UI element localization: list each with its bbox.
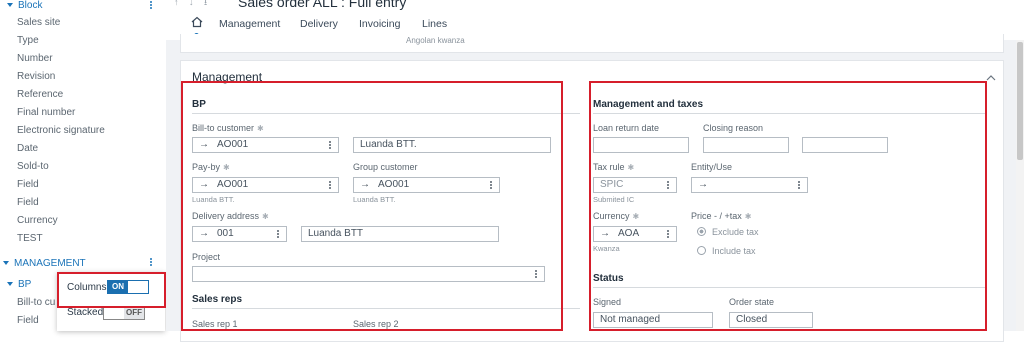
stacked-toggle[interactable]: OFF — [103, 306, 145, 320]
previous-card: Angolan kwanza — [180, 34, 1004, 53]
bp-section-header[interactable]: BP — [7, 279, 31, 290]
sidebar-block-item[interactable]: Sales site — [17, 17, 60, 28]
collapse-triangle-icon[interactable] — [7, 282, 13, 287]
currency-hint: Angolan kwanza — [406, 36, 465, 45]
home-icon[interactable] — [191, 16, 203, 31]
management-menu-icon[interactable] — [150, 257, 153, 267]
sidebar-block-item[interactable]: Currency — [17, 215, 58, 226]
tab-invoicing[interactable]: Invoicing — [359, 18, 400, 30]
tab-management[interactable]: Management — [219, 18, 280, 30]
sidebar-block-item[interactable]: Field — [17, 197, 39, 208]
sidebar-block-item[interactable]: Sold-to — [17, 161, 49, 172]
sidebar-item-field[interactable]: Field — [17, 315, 39, 326]
highlight-columns-toggle — [57, 272, 166, 308]
scrollbar-thumb[interactable] — [1017, 42, 1023, 160]
collapse-triangle-icon[interactable] — [7, 3, 13, 8]
management-section-header[interactable]: MANAGEMENT — [3, 258, 86, 269]
stacked-toggle-state: OFF — [124, 307, 144, 319]
sidebar-block-item[interactable]: Electronic signature — [17, 125, 105, 136]
sidebar-block-item[interactable]: Date — [17, 143, 38, 154]
sidebar-block-item[interactable]: TEST — [17, 233, 43, 244]
sidebar-item-bill-to[interactable]: Bill-to cu — [17, 297, 55, 308]
highlight-bp-column — [181, 81, 563, 331]
highlight-taxes-column — [589, 81, 987, 331]
sidebar-block-item[interactable]: Reference — [17, 89, 63, 100]
page-title: Sales order ALL : Full entry — [238, 0, 407, 10]
sidebar-block-item[interactable]: Type — [17, 35, 39, 46]
sidebar-block-item[interactable]: Revision — [17, 71, 55, 82]
stacked-label: Stacked — [67, 307, 104, 318]
collapse-triangle-icon[interactable] — [3, 261, 9, 266]
sidebar-block-item[interactable]: Field — [17, 179, 39, 190]
collapse-chevron-icon[interactable] — [986, 73, 996, 84]
tab-lines[interactable]: Lines — [422, 18, 447, 30]
block-menu-icon[interactable] — [150, 0, 153, 10]
tab-delivery[interactable]: Delivery — [300, 18, 338, 30]
sidebar-block-item[interactable]: Final number — [17, 107, 75, 118]
block-section-header[interactable]: Block — [7, 0, 42, 11]
record-nav-icons[interactable]: ↑ ↓ ⭳ — [174, 0, 211, 11]
sidebar-block-item[interactable]: Number — [17, 53, 53, 64]
